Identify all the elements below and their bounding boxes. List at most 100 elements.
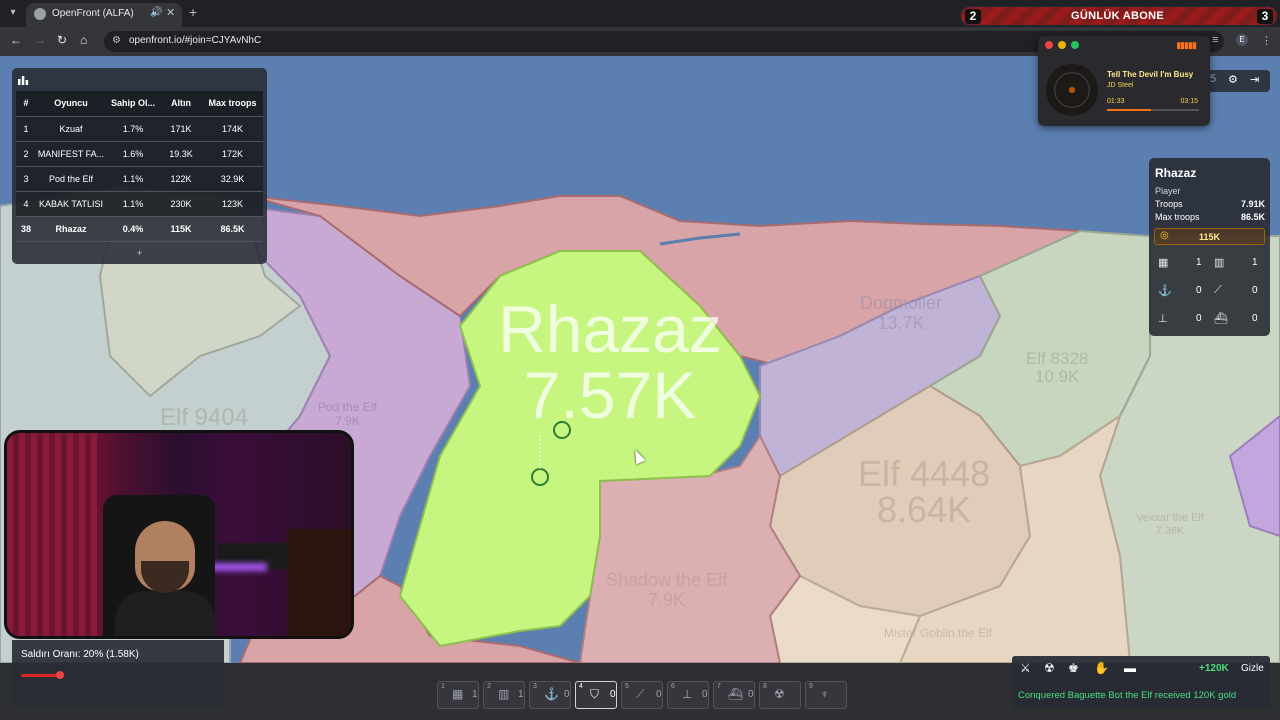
browser-tab[interactable]: OpenFront (ALFA) 🔊 ✕ (26, 3, 182, 27)
build-slot[interactable]: 7 ⛴ 0 (713, 681, 755, 709)
build-slot[interactable]: 1 ▦ 1 (437, 681, 479, 709)
territory-label-name: Mister Goblin the Elf (884, 626, 993, 640)
missile-silo-icon: ⟋ (636, 687, 645, 701)
cell-max-troops: 123K (202, 191, 263, 217)
leaderboard-row[interactable]: 2 MANIFEST FA... 1.6% 19.3K 172K (16, 141, 263, 167)
extensions-icon[interactable]: ≡ (1212, 34, 1218, 46)
city-icon: ▦ (1158, 257, 1169, 269)
col-rank[interactable]: # (16, 91, 36, 117)
build-slot[interactable]: 5 ⟋ 0 (621, 681, 663, 709)
cell-gold: 230K (160, 191, 202, 217)
defense-post-icon: ⛉ (590, 687, 600, 701)
build-slot[interactable]: 2 ▥ 1 (483, 681, 525, 709)
maximize-dot[interactable] (1071, 41, 1079, 49)
col-player[interactable]: Oyuncu (36, 91, 106, 117)
cell-owned: 0.4% (106, 216, 160, 242)
attack-ratio-label: Saldırı Oranı: 20% (1.58K) (21, 649, 139, 660)
equalizer-icon: ▮▮▮▮▮ (1176, 40, 1197, 50)
leaderboard-row[interactable]: 1 Kzuaf 1.7% 171K 174K (16, 116, 263, 142)
cell-owned: 1.1% (106, 166, 160, 192)
gold-value: 115K (1198, 232, 1221, 242)
profile-avatar[interactable]: E (1236, 34, 1248, 46)
build-slot[interactable]: 4 ⛉ 0 (575, 681, 617, 709)
build-slot-key: 5 (625, 683, 629, 690)
song-progress-bar[interactable] (1107, 109, 1199, 111)
city-count: 1 (1196, 257, 1202, 268)
attack-ratio-slider[interactable] (21, 671, 216, 679)
cell-player: MANIFEST FA... (36, 141, 106, 167)
col-gold[interactable]: Altın (160, 91, 202, 117)
leaderboard-expand-button[interactable]: + (12, 248, 267, 258)
handshake-icon[interactable]: ✋ (1094, 661, 1109, 675)
browser-menu-icon[interactable]: ⋮ (1261, 34, 1272, 47)
leaderboard-row[interactable]: 4 KABAK TATLISI 1.1% 230K 123K (16, 191, 263, 217)
territory-label-name: Elf 9404 (160, 404, 249, 431)
hide-events-button[interactable]: Gizle (1241, 663, 1264, 674)
missile-silo-count: 0 (1252, 285, 1258, 296)
territory-label: Vexxar the Elf 7.36K (1136, 512, 1204, 538)
city-structure-icon[interactable] (531, 468, 549, 486)
build-slot-key: 4 (579, 683, 583, 690)
music-player-widget: ▮▮▮▮▮ Tell The Devil I'm Busy JD Steel 0… (1038, 36, 1210, 126)
subscriber-banner: 2 GÜNLÜK ABONE 3 (960, 6, 1278, 26)
bar-chart-icon[interactable] (17, 74, 29, 86)
webcam-curtain (7, 433, 97, 636)
territory-label: Pod the Elf 7.9K (318, 400, 377, 428)
missile-silo-icon: ⟋ (1214, 284, 1222, 296)
build-slot-key: 2 (487, 683, 491, 690)
chat-icon[interactable]: ▬ (1124, 661, 1136, 675)
build-slot-count: 1 (518, 689, 524, 700)
close-dot[interactable] (1045, 41, 1053, 49)
back-icon[interactable]: ← (10, 33, 22, 47)
speaker-icon[interactable]: 🔊 (150, 7, 162, 18)
build-slot[interactable]: 6 ⊥ 0 (667, 681, 709, 709)
tab-title: OpenFront (ALFA) (52, 8, 134, 19)
cell-max-troops: 32.9K (202, 166, 263, 192)
leaderboard-row-self[interactable]: 38 Rhazaz 0.4% 115K 86.5K (16, 216, 263, 242)
url-text: openfront.io/#join=CJYAvNhC (129, 35, 262, 46)
max-troops-value: 86.5K (1240, 212, 1265, 222)
sword-icon[interactable]: ⚔ (1020, 661, 1031, 675)
attack-ratio-knob[interactable] (56, 671, 64, 679)
factory-icon: ▥ (498, 687, 510, 701)
territory-label: Shadow the Elf 7.9K (606, 570, 727, 610)
close-tab-icon[interactable]: ✕ (166, 6, 175, 19)
build-slot[interactable]: 8 ☢ (759, 681, 801, 709)
atom-bomb-icon: ☢ (774, 687, 785, 701)
forward-icon[interactable]: → (34, 33, 46, 47)
build-slot[interactable]: 3 ⚓ 0 (529, 681, 571, 709)
cell-gold: 115K (160, 216, 202, 242)
exit-icon[interactable]: ⇥ (1250, 73, 1259, 86)
main-territory-label: Rhazaz 7.57K (460, 296, 760, 428)
sam-launcher-icon: ⊥ (682, 687, 693, 701)
reload-icon[interactable]: ↻ (57, 33, 67, 47)
tab-search-icon[interactable]: ▾ (5, 5, 21, 21)
factory-count: 1 (1252, 257, 1258, 268)
sam-count: 0 (1196, 313, 1202, 324)
port-icon: ⚓ (544, 687, 559, 701)
col-max-troops[interactable]: Max troops (202, 91, 263, 117)
cell-rank: 38 (16, 216, 36, 242)
minimize-dot[interactable] (1058, 41, 1066, 49)
col-owned[interactable]: Sahip Ol... (106, 91, 160, 117)
song-progress-fill (1107, 109, 1152, 111)
territory-label-name: Shadow the Elf (606, 570, 728, 590)
window-dots (1045, 41, 1079, 49)
cell-rank: 1 (16, 116, 36, 142)
build-slot[interactable]: 9 ♆ (805, 681, 847, 709)
factory-icon: ▥ (1214, 257, 1225, 269)
alliance-icon[interactable]: ♚ (1068, 661, 1079, 675)
gold-gain: +120K (1199, 663, 1229, 674)
radiation-icon[interactable]: ☢ (1044, 661, 1055, 675)
new-tab-button[interactable]: + (189, 4, 197, 20)
banner-label: GÜNLÜK ABONE (1071, 10, 1165, 22)
settings-gear-icon[interactable]: ⚙ (1228, 73, 1238, 86)
home-icon[interactable]: ⌂ (80, 33, 87, 47)
territory-label-troops: 7.36K (1155, 525, 1185, 537)
leaderboard-row[interactable]: 3 Pod the Elf 1.1% 122K 32.9K (16, 166, 263, 192)
territory-label-troops: 10.9K (1034, 367, 1080, 386)
site-info-icon[interactable]: ⚙ (112, 35, 121, 46)
song-title: Tell The Devil I'm Busy (1107, 70, 1194, 79)
warship-count: 0 (1252, 313, 1258, 324)
territory-label-name: Elf 8328 (1026, 349, 1089, 368)
